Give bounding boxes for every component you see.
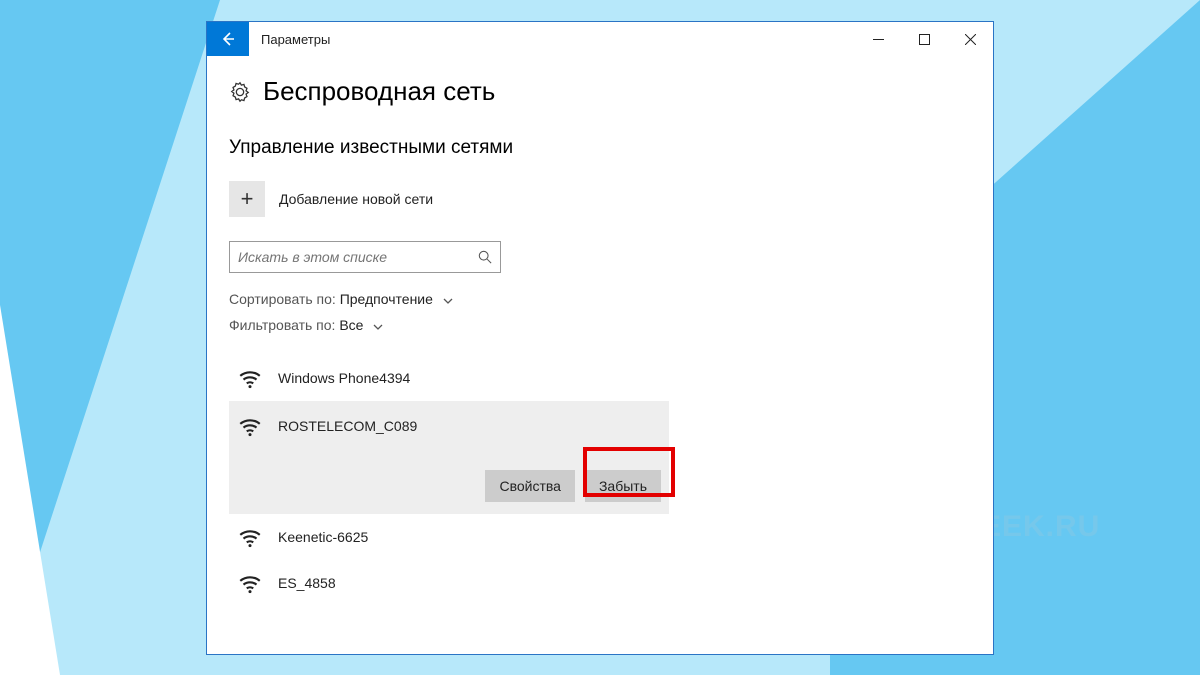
network-item-selected[interactable]: ROSTELECOM_C089 Свойства Забыть [229,401,669,514]
settings-window: Параметры Беспроводная сеть Управление и… [206,21,994,655]
sort-by-selector[interactable]: Сортировать по: Предпочтение [229,291,971,307]
network-name: ES_4858 [278,575,336,591]
network-actions: Свойства Забыть [229,462,669,514]
sort-value: Предпочтение [340,291,433,307]
wifi-icon [237,413,263,439]
chevron-down-icon [443,291,453,307]
network-name: Keenetic-6625 [278,529,368,545]
network-item[interactable]: Keenetic-6625 [229,514,669,560]
network-name: Windows Phone4394 [278,370,410,386]
minimize-icon [873,34,884,45]
window-title: Параметры [249,22,855,56]
page-title: Беспроводная сеть [263,76,495,107]
maximize-icon [919,34,930,45]
wifi-icon [237,365,263,391]
wifi-icon [237,524,263,550]
network-item[interactable]: ES_4858 [229,560,669,606]
arrow-left-icon [220,31,236,47]
titlebar: Параметры [207,22,993,56]
content: Беспроводная сеть Управление известными … [207,56,993,606]
add-network-button[interactable]: + Добавление новой сети [229,181,971,217]
forget-button[interactable]: Забыть [585,470,661,502]
filter-label: Фильтровать по: [229,317,335,333]
search-icon [478,250,492,264]
minimize-button[interactable] [855,22,901,56]
page-header: Беспроводная сеть [229,76,971,107]
chevron-down-icon [373,317,383,333]
properties-button[interactable]: Свойства [485,470,574,502]
back-button[interactable] [207,22,249,56]
maximize-button[interactable] [901,22,947,56]
network-list: Windows Phone4394 ROSTELECOM_C089 Свойст… [229,355,971,606]
filter-by-selector[interactable]: Фильтровать по: Все [229,317,971,333]
plus-icon: + [229,181,265,217]
filter-value: Все [339,317,363,333]
wifi-icon [237,570,263,596]
close-button[interactable] [947,22,993,56]
network-name: ROSTELECOM_C089 [278,418,417,434]
search-input-container[interactable] [229,241,501,273]
gear-icon [229,81,251,103]
network-item[interactable]: Windows Phone4394 [229,355,669,401]
search-input[interactable] [238,249,478,265]
section-title: Управление известными сетями [229,137,971,159]
add-network-label: Добавление новой сети [279,191,433,207]
sort-label: Сортировать по: [229,291,336,307]
close-icon [965,34,976,45]
